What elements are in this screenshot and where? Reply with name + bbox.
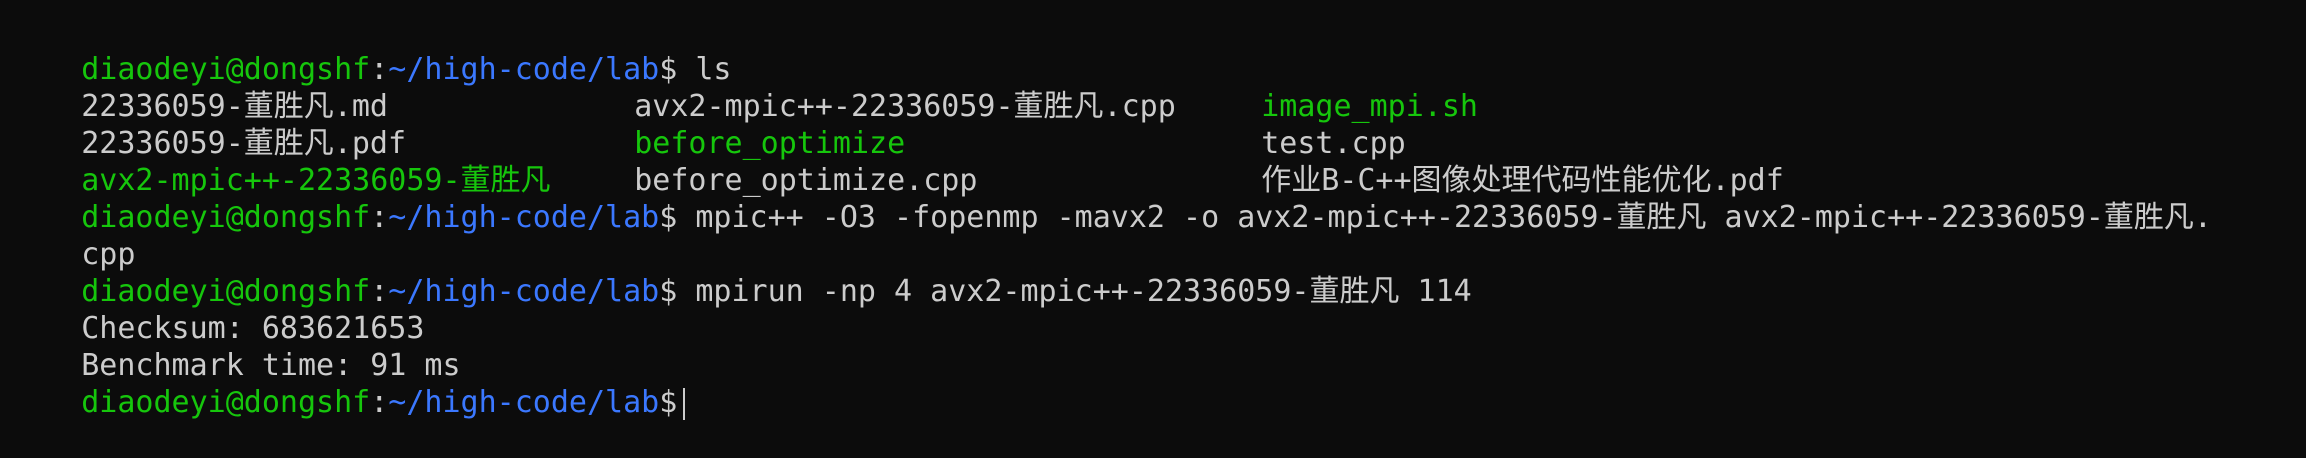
command-text: mpic++ -O3 -fopenmp -mavx2 -o avx2-mpic+… [695, 200, 2212, 235]
prompt-path: ~/high-code/lab [388, 385, 660, 420]
prompt-separator: : [370, 274, 389, 309]
checksum-text: Checksum: 683621653 [81, 311, 425, 346]
command-text-wrap: cpp [81, 237, 136, 272]
prompt-user-host: diaodeyi@dongshf [81, 385, 371, 420]
ls-entry-file: test.cpp [1261, 126, 1406, 161]
prompt-separator: : [370, 200, 389, 235]
ls-entry-file: 22336059-董胜凡.pdf [81, 126, 407, 161]
benchmark-text: Benchmark time: 91 ms [81, 348, 461, 383]
ls-entry-executable: image_mpi.sh [1261, 89, 1478, 124]
ls-entry-file: 22336059-董胜凡.md [81, 89, 388, 124]
prompt-path: ~/high-code/lab [388, 200, 660, 235]
ls-entry-file: avx2-mpic++-22336059-董胜凡.cpp [634, 89, 1176, 124]
terminal-line-ls-command: diaodeyi@dongshf:~/high-code/lab$ ls [9, 14, 2306, 87]
prompt-symbol: $ [659, 274, 678, 309]
prompt-symbol: $ [659, 385, 678, 420]
terminal-window[interactable]: diaodeyi@dongshf:~/high-code/lab$ ls 223… [0, 0, 2306, 420]
prompt-separator: : [370, 52, 389, 87]
terminal-line-run-command: diaodeyi@dongshf:~/high-code/lab$ mpirun… [9, 236, 2306, 309]
prompt-separator: : [370, 385, 389, 420]
prompt-symbol: $ [659, 52, 678, 87]
prompt-symbol: $ [659, 200, 678, 235]
prompt-path: ~/high-code/lab [388, 52, 660, 87]
prompt-path: ~/high-code/lab [388, 274, 660, 309]
ls-entry-executable: before_optimize [634, 126, 906, 161]
command-text: ls [695, 52, 732, 87]
prompt-user-host: diaodeyi@dongshf [81, 274, 371, 309]
prompt-user-host: diaodeyi@dongshf [81, 52, 371, 87]
ls-entry-executable: avx2-mpic++-22336059-董胜凡 [81, 163, 551, 198]
ls-entry-file: 作业B-C++图像处理代码性能优化.pdf [1261, 163, 1784, 198]
prompt-user-host: diaodeyi@dongshf [81, 200, 371, 235]
ls-entry-file: before_optimize.cpp [634, 163, 978, 198]
command-text: mpirun -np 4 avx2-mpic++-22336059-董胜凡 11… [695, 274, 1472, 309]
